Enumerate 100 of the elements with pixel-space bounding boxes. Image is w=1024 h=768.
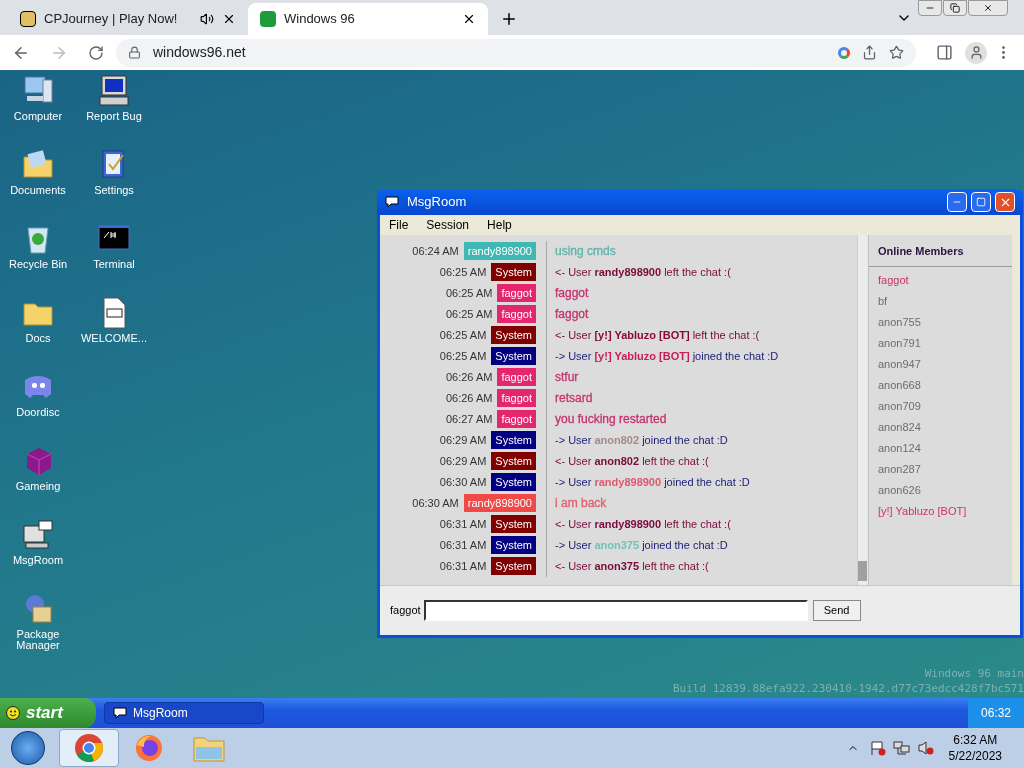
- start-button[interactable]: start: [0, 698, 96, 728]
- system-message: -> User anon802 joined the chat :D: [555, 433, 728, 446]
- system-time: 6:32 AM: [953, 732, 998, 748]
- user-tag: faggot: [497, 388, 536, 408]
- menu-item[interactable]: Session: [426, 216, 470, 234]
- nickname-label: faggot: [390, 603, 421, 619]
- start-orb[interactable]: [11, 731, 45, 765]
- address-bar[interactable]: windows96.net: [116, 38, 916, 67]
- member-name[interactable]: faggot: [878, 272, 1003, 287]
- shortcut-label: Documents: [9, 185, 67, 196]
- shortcut-label: Gameing: [14, 481, 62, 492]
- message-time: 06:26 AM: [445, 369, 493, 385]
- system-date: 5/22/2023: [948, 748, 1002, 764]
- menu-item[interactable]: File: [389, 216, 409, 234]
- taskbar-app[interactable]: [59, 729, 119, 767]
- user-tag: System: [491, 346, 536, 366]
- member-name[interactable]: anon626: [878, 482, 1003, 497]
- user-tag: System: [491, 325, 536, 345]
- speaker-icon[interactable]: [200, 12, 214, 26]
- favicon-icon: [260, 11, 276, 27]
- desktop-shortcut[interactable]: MsgRoom: [0, 518, 76, 577]
- system-message: -> User [y!] Yabluzo [BOT] joined the chat :D: [555, 349, 779, 362]
- menu-item[interactable]: Help: [487, 216, 512, 234]
- member-name[interactable]: anon791: [878, 335, 1003, 350]
- member-name[interactable]: anon824: [878, 419, 1003, 434]
- chat-icon: [113, 707, 127, 719]
- message-time: 06:31 AM: [439, 537, 487, 553]
- smiley-icon: [6, 706, 20, 720]
- shortcut-label: Report Bug: [85, 111, 143, 122]
- system-message: <- User anon375 left the chat :(: [555, 559, 709, 572]
- message-time: 06:31 AM: [439, 516, 487, 532]
- member-name[interactable]: anon947: [878, 356, 1003, 371]
- close-icon[interactable]: [462, 12, 476, 26]
- star-icon[interactable]: [889, 45, 904, 60]
- user-tag: System: [491, 451, 536, 471]
- message-time: 06:25 AM: [439, 348, 487, 364]
- system-message: <- User randy898900 left the chat :(: [555, 517, 731, 530]
- message-text: retsard: [555, 391, 593, 405]
- desktop-shortcut[interactable]: Settings: [76, 148, 152, 207]
- google-icon[interactable]: [838, 46, 850, 59]
- restore-button[interactable]: [943, 0, 967, 16]
- desktop-shortcut[interactable]: Recycle Bin: [0, 222, 76, 281]
- message-text: i am back: [555, 496, 607, 510]
- message-input[interactable]: [423, 600, 808, 621]
- flag-icon[interactable]: [868, 740, 887, 756]
- reload-icon[interactable]: [88, 44, 104, 61]
- browser-tab[interactable]: Windows 96: [248, 3, 488, 35]
- message-time: 06:31 AM: [439, 558, 487, 574]
- shortcut-label: WELCOME...: [80, 333, 148, 344]
- member-name[interactable]: anon668: [878, 377, 1003, 392]
- window-title: MsgRoom: [407, 193, 468, 212]
- share-icon[interactable]: [862, 45, 877, 60]
- tab-title: Windows 96: [284, 10, 356, 29]
- user-tag: faggot: [497, 304, 536, 324]
- maximize-button[interactable]: [971, 192, 991, 212]
- shortcut-label: Recycle Bin: [7, 259, 69, 270]
- user-tag: randy898900: [463, 241, 536, 261]
- desktop-shortcut[interactable]: Terminal: [76, 222, 152, 281]
- shortcut-label: MsgRoom: [11, 555, 65, 566]
- browser-icon: [134, 733, 164, 763]
- desktop-shortcut[interactable]: Computer: [0, 74, 76, 133]
- monitor-icon: [97, 74, 131, 108]
- shortcut-label: Doordisc: [15, 407, 61, 418]
- send-button[interactable]: Send: [812, 600, 861, 621]
- user-tag: faggot: [497, 367, 536, 387]
- new-tab-icon[interactable]: [500, 10, 518, 28]
- member-name[interactable]: anon709: [878, 398, 1003, 413]
- message-time: 06:29 AM: [439, 453, 487, 469]
- desktop-shortcut[interactable]: Report Bug: [76, 74, 152, 133]
- user-tag: faggot: [497, 409, 536, 429]
- member-name[interactable]: bf: [878, 293, 1003, 308]
- desktop-shortcut[interactable]: Package Manager: [0, 592, 76, 651]
- message-time: 06:25 AM: [445, 306, 493, 322]
- message-time: 06:25 AM: [439, 264, 487, 280]
- shortcut-label: Computer: [12, 111, 64, 122]
- side-panel-icon[interactable]: [936, 44, 953, 61]
- taskbar-task[interactable]: MsgRoom: [104, 702, 264, 724]
- profile-icon[interactable]: [965, 41, 987, 64]
- member-name[interactable]: anon287: [878, 461, 1003, 476]
- system-message: <- User randy898900 left the chat :(: [555, 265, 731, 278]
- member-name[interactable]: anon124: [878, 440, 1003, 455]
- desktop-shortcut[interactable]: Doordisc: [0, 370, 76, 429]
- scrollbar[interactable]: [857, 235, 867, 585]
- member-name[interactable]: anon755: [878, 314, 1003, 329]
- desktop-shortcut[interactable]: Docs: [0, 296, 76, 355]
- shortcut-label: Terminal: [92, 259, 136, 270]
- lock-icon: [128, 46, 141, 59]
- member-name[interactable]: [y!] Yabluzo [BOT]: [878, 503, 1003, 518]
- restore-icon: [950, 3, 960, 13]
- user-tag: System: [491, 556, 536, 576]
- muted-speaker-icon[interactable]: [916, 740, 935, 756]
- desktop-shortcut[interactable]: Documents: [0, 148, 76, 207]
- build-info-text: Build 12839.88efa922.230410-1942.d77c73edcc428f7bc571: [673, 681, 1024, 696]
- message-text: using cmds: [555, 244, 616, 258]
- shortcut-label: Docs: [24, 333, 52, 344]
- message-text: you fucking restarted: [555, 412, 667, 426]
- close-icon[interactable]: [222, 12, 236, 26]
- network-icon[interactable]: [892, 740, 911, 756]
- desktop-shortcut[interactable]: Gameing: [0, 444, 76, 503]
- desktop-shortcut[interactable]: WELCOME...: [76, 296, 152, 355]
